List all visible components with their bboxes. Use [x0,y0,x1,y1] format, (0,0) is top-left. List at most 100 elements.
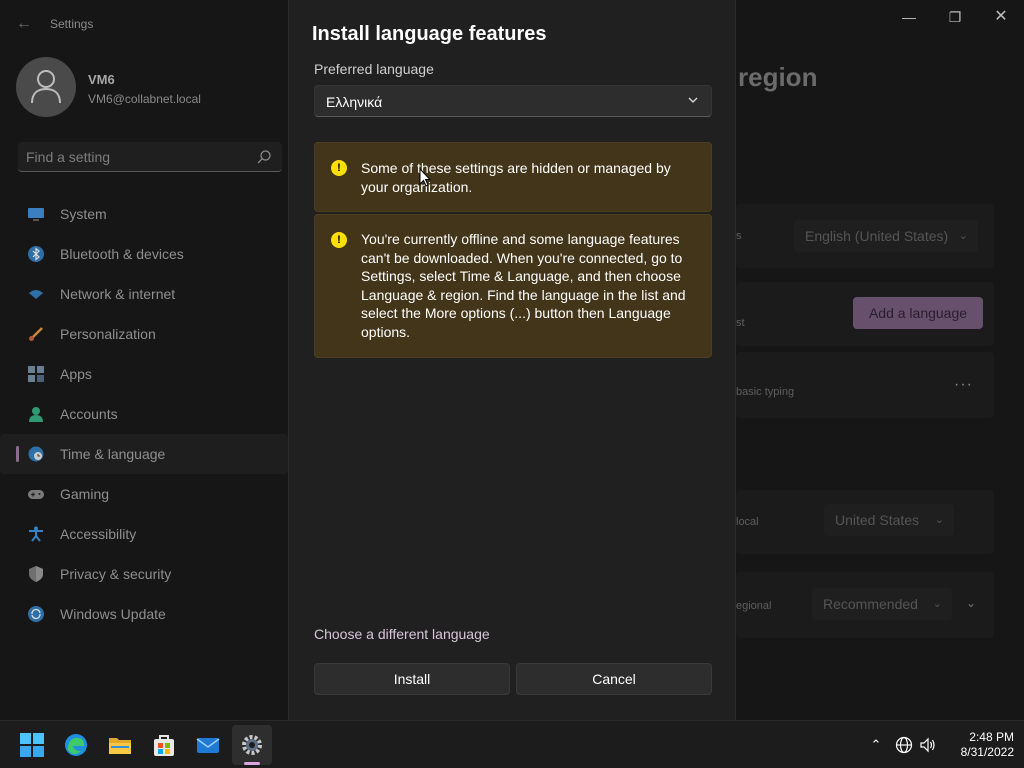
warning-message: Some of these settings are hidden or man… [361,160,671,195]
sidebar-item-label: Gaming [60,486,110,502]
more-options-icon[interactable]: ··· [954,376,973,394]
volume-icon[interactable] [918,735,938,755]
clock-time: 2:48 PM [969,730,1014,744]
taskbar-store[interactable] [144,725,184,765]
sidebar-item-time-language[interactable]: Time & language [0,434,288,474]
dropdown-value: English (United States) [805,228,949,244]
expand-chevron-icon[interactable]: ⌄ [966,596,976,610]
sidebar-item-gaming[interactable]: Gaming [0,474,288,514]
chevron-down-icon: ⌄ [934,514,944,526]
gamepad-icon [28,490,44,499]
shield-icon [29,566,43,582]
sidebar-item-accounts[interactable]: Accounts [0,394,288,434]
taskbar: ⌃ 2:48 PM 8/31/2022 [0,720,1024,768]
edge-icon [65,734,87,756]
warning-icon: ! [331,232,347,248]
row-description: basic typing [736,386,795,398]
taskbar-settings[interactable] [232,725,272,765]
sidebar-item-bluetooth[interactable]: Bluetooth & devices [0,234,288,274]
sidebar-item-label: Windows Update [60,606,166,622]
dropdown-value: Ελληνικά [326,94,383,110]
page-title: region [738,62,818,92]
regional-format-dropdown[interactable]: Recommended ⌄ [812,588,952,620]
managed-warning-banner: ! Some of these settings are hidden or m… [314,142,712,212]
user-profile[interactable]: VM6 VM6@collabnet.local [16,57,286,119]
sidebar-item-privacy[interactable]: Privacy & security [0,554,288,594]
mouse-cursor-icon [419,168,431,187]
restore-button[interactable]: ❐ [938,6,972,28]
taskbar-edge[interactable] [56,725,96,765]
bluetooth-icon [28,246,44,262]
monitor-icon [28,208,44,221]
sidebar-item-accessibility[interactable]: Accessibility [0,514,288,554]
person-icon [29,407,43,422]
close-button[interactable]: ✕ [984,6,1018,28]
add-language-button[interactable]: Add a language [853,297,983,329]
display-language-dropdown[interactable]: English (United States) ⌄ [794,220,978,252]
update-icon [28,606,44,622]
sidebar-item-label: Apps [60,366,92,382]
row-label: s [736,230,742,242]
choose-different-language-link[interactable]: Choose a different language [314,626,490,642]
avatar [16,57,76,117]
sidebar-item-apps[interactable]: Apps [0,354,288,394]
apps-icon [28,366,44,382]
chevron-down-icon [688,97,698,103]
start-icon [20,733,44,757]
sidebar-item-network[interactable]: Network & internet [0,274,288,314]
dialog-title: Install language features [312,23,547,45]
sidebar-item-label: Network & internet [60,286,176,302]
store-icon [154,735,174,756]
person-icon [31,70,61,104]
sidebar-item-label: System [60,206,107,222]
sidebar-item-personalization[interactable]: Personalization [0,314,288,354]
row-label: egional [736,600,772,612]
profile-email: VM6@collabnet.local [88,92,201,106]
sidebar-item-label: Accessibility [60,526,137,542]
country-region-row: local United States ⌄ [736,490,994,554]
globe-clock-icon [28,446,44,462]
profile-name: VM6 [88,72,115,87]
preferred-language-dropdown[interactable]: Ελληνικά [314,85,712,117]
taskbar-file-explorer[interactable] [100,725,140,765]
taskbar-mail[interactable] [188,725,228,765]
dropdown-value: United States [835,512,920,528]
settings-icon [242,735,262,755]
search-input[interactable] [26,147,246,167]
back-arrow-icon[interactable]: ← [14,14,34,34]
sidebar-item-label: Bluetooth & devices [60,246,184,262]
install-button[interactable]: Install [314,663,510,695]
sidebar-item-label: Personalization [60,326,156,342]
search-box[interactable] [18,142,282,172]
accessibility-icon [29,526,43,542]
search-icon[interactable] [256,149,272,165]
offline-warning-banner: ! You're currently offline and some lang… [314,214,712,358]
start-button[interactable] [12,725,52,765]
brush-icon [29,327,43,341]
sidebar-item-label: Privacy & security [60,566,172,582]
show-hidden-icons-chevron-icon[interactable]: ⌃ [866,735,886,755]
cancel-button[interactable]: Cancel [516,663,712,695]
clock-date: 8/31/2022 [960,745,1014,759]
network-globe-icon[interactable] [894,735,914,755]
sidebar-item-system[interactable]: System [0,194,288,234]
preferred-language-label: Preferred language [314,61,434,77]
wifi-icon [29,290,43,299]
taskbar-clock[interactable]: 2:48 PM 8/31/2022 [944,730,1014,760]
file-explorer-icon [109,738,131,754]
dropdown-value: Recommended [823,596,918,612]
warning-icon: ! [331,160,347,176]
mail-icon [196,738,220,753]
minimize-button[interactable]: — [892,6,926,28]
sidebar-item-windows-update[interactable]: Windows Update [0,594,288,634]
regional-format-row: egional Recommended ⌄ [736,572,994,638]
row-label: local [736,516,759,528]
row-label: st [736,317,745,329]
sidebar-item-label: Time & language [60,446,166,462]
app-title: Settings [50,17,94,31]
sidebar-nav: System Bluetooth & devices Network & int… [0,194,288,634]
sidebar-item-label: Accounts [60,406,118,422]
chevron-down-icon: ⌄ [958,230,968,242]
chevron-down-icon: ⌄ [932,598,942,610]
country-dropdown[interactable]: United States ⌄ [824,504,954,536]
